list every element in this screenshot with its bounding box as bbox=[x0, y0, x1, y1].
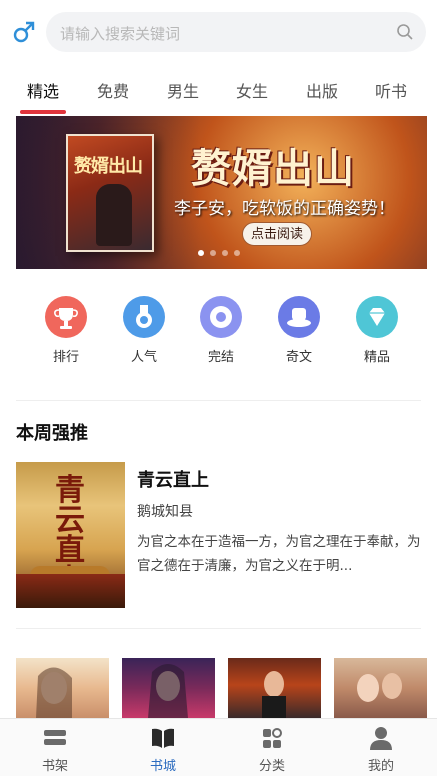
carousel-dot[interactable] bbox=[198, 250, 204, 256]
search-placeholder: 请输入搜索关键词 bbox=[60, 25, 181, 43]
cover-figure-image bbox=[96, 184, 132, 246]
nav-label: 我的 bbox=[367, 759, 394, 774]
disc-icon bbox=[200, 296, 242, 338]
category-label: 精品 bbox=[363, 350, 390, 365]
tab-featured[interactable]: 精选 bbox=[13, 78, 73, 102]
search-input[interactable]: 请输入搜索关键词 bbox=[46, 12, 426, 52]
nav-label: 书架 bbox=[41, 759, 68, 774]
tab-audiobook[interactable]: 听书 bbox=[361, 78, 421, 102]
featured-book-title[interactable]: 青云直上 bbox=[137, 466, 209, 492]
tab-male[interactable]: 男生 bbox=[153, 78, 213, 102]
category-ranking[interactable]: 排行 bbox=[36, 296, 96, 365]
quick-categories: 排行 人气 完结 奇文 精品 bbox=[0, 296, 437, 366]
book-thumbnail[interactable] bbox=[228, 658, 321, 718]
user-icon bbox=[368, 725, 394, 751]
book-thumbnail-row bbox=[16, 658, 427, 718]
hat-icon bbox=[278, 296, 320, 338]
category-grid-icon bbox=[259, 725, 285, 751]
featured-book-description: 为官之本在于造福一方，为官之理在于奉献，为官之德在于清廉，为官之义在于明... bbox=[137, 534, 421, 574]
book-thumbnail[interactable] bbox=[122, 658, 215, 718]
nav-label: 分类 bbox=[258, 759, 285, 774]
active-tab-indicator bbox=[20, 110, 66, 114]
section-divider bbox=[16, 400, 421, 401]
promo-banner[interactable]: 赘婿出山 赘婿出山 李子安，吃软饭的正确姿势！ 点击阅读 bbox=[16, 116, 427, 269]
open-book-icon bbox=[150, 725, 176, 751]
bookshelf-icon bbox=[42, 725, 68, 751]
nav-bookstore[interactable]: 书城 bbox=[128, 725, 198, 774]
book-thumbnail[interactable] bbox=[334, 658, 427, 718]
carousel-dots bbox=[198, 250, 258, 258]
banner-subtitle: 李子安，吃软饭的正确姿势！ bbox=[174, 199, 395, 219]
nav-bookshelf[interactable]: 书架 bbox=[20, 725, 90, 774]
male-gender-icon[interactable] bbox=[12, 20, 36, 44]
banner-title: 赘婿出山 bbox=[191, 146, 355, 192]
section-title: 本周强推 bbox=[16, 423, 88, 444]
banner-cover-title: 赘婿出山 bbox=[74, 156, 143, 177]
category-premium[interactable]: 精品 bbox=[347, 296, 407, 365]
tab-publishing[interactable]: 出版 bbox=[292, 78, 352, 102]
book-thumbnail[interactable] bbox=[16, 658, 109, 718]
nav-categories[interactable]: 分类 bbox=[237, 725, 307, 774]
diamond-icon bbox=[356, 296, 398, 338]
category-label: 完结 bbox=[207, 350, 234, 365]
category-label: 人气 bbox=[130, 350, 157, 365]
bottom-navigation: 书架 书城 分类 我的 bbox=[0, 718, 437, 776]
carousel-dot[interactable] bbox=[222, 250, 228, 256]
carousel-dot[interactable] bbox=[210, 250, 216, 256]
category-popular[interactable]: 人气 bbox=[114, 296, 174, 365]
section-divider bbox=[16, 628, 421, 629]
banner-book-cover: 赘婿出山 bbox=[66, 134, 154, 252]
nav-label: 书城 bbox=[149, 759, 176, 774]
search-icon[interactable] bbox=[396, 23, 414, 41]
read-now-button[interactable]: 点击阅读 bbox=[242, 222, 312, 246]
category-unusual[interactable]: 奇文 bbox=[269, 296, 329, 365]
featured-book-cover[interactable]: 青云直上 bbox=[16, 462, 125, 608]
trophy-icon bbox=[45, 296, 87, 338]
category-label: 奇文 bbox=[285, 350, 312, 365]
carousel-dot[interactable] bbox=[234, 250, 240, 256]
category-label: 排行 bbox=[52, 350, 79, 365]
tab-free[interactable]: 免费 bbox=[83, 78, 143, 102]
featured-book-author: 鹅城知县 bbox=[137, 504, 193, 520]
category-completed[interactable]: 完结 bbox=[191, 296, 251, 365]
medal-icon bbox=[123, 296, 165, 338]
header: 请输入搜索关键词 bbox=[0, 0, 437, 64]
nav-profile[interactable]: 我的 bbox=[346, 725, 416, 774]
cover-palace-image bbox=[16, 574, 125, 608]
category-tabs: 精选 免费 男生 女生 出版 听书 bbox=[0, 72, 437, 114]
tab-female[interactable]: 女生 bbox=[222, 78, 282, 102]
